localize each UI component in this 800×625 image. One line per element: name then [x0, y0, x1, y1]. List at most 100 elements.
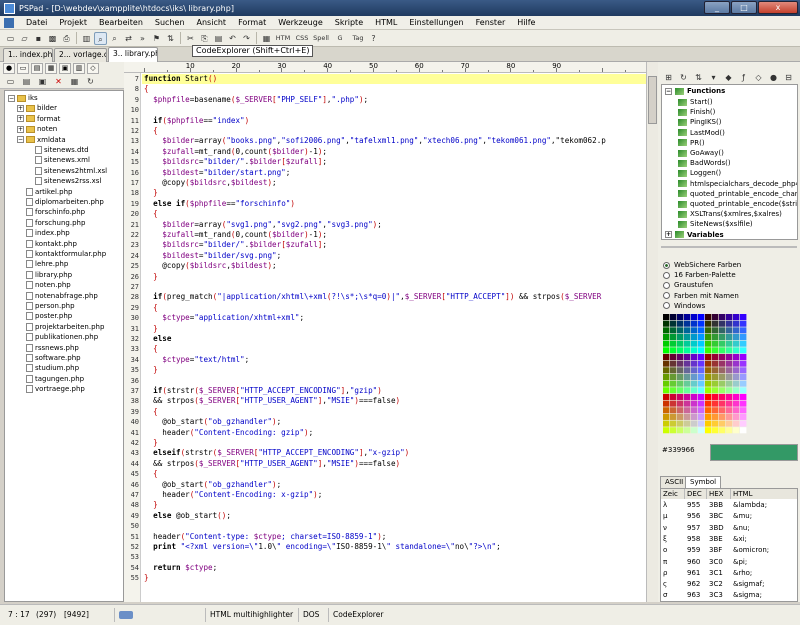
function-item[interactable]: XSLTrans($xmlres,$xalres): [678, 209, 782, 219]
properties-icon[interactable]: ▦: [68, 75, 81, 88]
palette-swatch[interactable]: [670, 413, 677, 420]
tree-item[interactable]: − iks: [8, 93, 38, 103]
palette-swatch[interactable]: [733, 314, 740, 321]
palette-swatch[interactable]: [663, 427, 670, 434]
palette-swatch[interactable]: [691, 327, 698, 334]
palette-swatch[interactable]: [691, 360, 698, 367]
tree-item[interactable]: diplomarbeiten.php: [26, 197, 104, 207]
paste-icon[interactable]: ▤: [212, 32, 225, 45]
palette-swatch[interactable]: [698, 340, 705, 347]
palette-swatch[interactable]: [740, 360, 747, 367]
ascii-cell[interactable]: 3BE: [707, 534, 731, 545]
palette-swatch[interactable]: [719, 393, 726, 400]
ascii-cell[interactable]: &xi;: [731, 534, 797, 545]
palette-swatch[interactable]: [698, 373, 705, 380]
palette-swatch[interactable]: [719, 413, 726, 420]
palette-swatch[interactable]: [677, 327, 684, 334]
ascii-cell[interactable]: ρ: [661, 568, 685, 579]
tree-item[interactable]: forschung.php: [26, 218, 85, 228]
palette-swatch[interactable]: [733, 360, 740, 367]
tree-item[interactable]: vortraege.php: [26, 384, 85, 394]
palette-swatch[interactable]: [719, 314, 726, 321]
bookmark-icon[interactable]: ⚑: [150, 32, 163, 45]
palette-swatch[interactable]: [712, 427, 719, 434]
menu-bearbeiten[interactable]: Bearbeiten: [93, 18, 149, 27]
palette-swatch[interactable]: [733, 413, 740, 420]
palette-swatch[interactable]: [670, 400, 677, 407]
palette-swatch[interactable]: [733, 387, 740, 394]
menu-html[interactable]: HTML: [369, 18, 403, 27]
palette-swatch[interactable]: [670, 427, 677, 434]
ascii-cell[interactable]: 3BB: [707, 500, 731, 511]
tree-item[interactable]: software.php: [26, 353, 81, 363]
palette-swatch[interactable]: [677, 400, 684, 407]
palette-swatch[interactable]: [684, 367, 691, 374]
ascii-cell[interactable]: 3C1: [707, 568, 731, 579]
palette-swatch[interactable]: [663, 333, 670, 341]
ftp-tab-icon[interactable]: ▥: [73, 63, 85, 74]
redo-icon[interactable]: ↷: [240, 32, 253, 45]
refresh-icon[interactable]: ↻: [84, 75, 97, 88]
ascii-cell[interactable]: &rho;: [731, 568, 797, 579]
menu-fenster[interactable]: Fenster: [470, 18, 512, 27]
palette-swatch[interactable]: [691, 413, 698, 420]
palette-swatch[interactable]: [677, 347, 684, 354]
palette-swatch[interactable]: [698, 387, 705, 394]
refresh-explorer-icon[interactable]: ↻: [677, 71, 690, 84]
palette-swatch[interactable]: [670, 373, 677, 380]
radio-button[interactable]: [663, 292, 670, 300]
palette-swatch[interactable]: [726, 333, 733, 341]
palette-swatch[interactable]: [677, 387, 684, 394]
palette-swatch[interactable]: [712, 413, 719, 420]
palette-swatch[interactable]: [705, 314, 712, 321]
palette-swatch[interactable]: [698, 347, 705, 354]
palette-swatch[interactable]: [670, 327, 677, 334]
palette-swatch[interactable]: [684, 373, 691, 380]
palette-swatch[interactable]: [733, 380, 740, 387]
open-icon[interactable]: ▱: [18, 32, 31, 45]
tree-item[interactable]: noten.php: [26, 280, 71, 290]
radio-button[interactable]: [663, 261, 670, 269]
palette-swatch[interactable]: [740, 320, 747, 327]
palette-swatch[interactable]: [663, 380, 670, 387]
palette-swatch[interactable]: [726, 400, 733, 407]
palette-swatch[interactable]: [663, 393, 670, 400]
color-mode-option[interactable]: Graustufen: [663, 280, 713, 290]
palette-swatch[interactable]: [726, 393, 733, 400]
palette-swatch[interactable]: [726, 327, 733, 334]
tree-item[interactable]: sitenews.xml: [35, 155, 90, 165]
palette-swatch[interactable]: [677, 320, 684, 327]
add-file-icon[interactable]: ▭: [4, 75, 17, 88]
palette-swatch[interactable]: [733, 373, 740, 380]
color-palette-grid[interactable]: [663, 314, 747, 434]
palette-swatch[interactable]: [684, 413, 691, 420]
palette-swatch[interactable]: [726, 314, 733, 321]
menu-datei[interactable]: Datei: [20, 18, 53, 27]
palette-swatch[interactable]: [663, 407, 670, 414]
palette-swatch[interactable]: [733, 400, 740, 407]
palette-swatch[interactable]: [663, 400, 670, 407]
ascii-cell[interactable]: 963: [685, 590, 707, 601]
css-icon[interactable]: CSS: [293, 32, 311, 45]
palette-swatch[interactable]: [733, 353, 740, 361]
palette-swatch[interactable]: [733, 327, 740, 334]
tree-item[interactable]: lehre.php: [26, 259, 68, 269]
tree-item[interactable]: − xmldata: [17, 135, 66, 145]
delete-icon[interactable]: ✕: [52, 75, 65, 88]
palette-swatch[interactable]: [719, 420, 726, 427]
panel-splitter[interactable]: [661, 246, 797, 248]
close-button[interactable]: x: [758, 1, 798, 14]
palette-swatch[interactable]: [719, 327, 726, 334]
palette-swatch[interactable]: [705, 380, 712, 387]
palette-swatch[interactable]: [726, 320, 733, 327]
palette-swatch[interactable]: [740, 393, 747, 400]
palette-swatch[interactable]: [677, 413, 684, 420]
ascii-cell[interactable]: 3C2: [707, 579, 731, 590]
palette-swatch[interactable]: [670, 320, 677, 327]
document-menu-icon[interactable]: [4, 17, 14, 28]
palette-swatch[interactable]: [705, 413, 712, 420]
palette-swatch[interactable]: [691, 333, 698, 341]
menu-einstellungen[interactable]: Einstellungen: [403, 18, 469, 27]
ascii-cell[interactable]: μ: [661, 511, 685, 522]
ascii-cell[interactable]: 3BC: [707, 511, 731, 522]
